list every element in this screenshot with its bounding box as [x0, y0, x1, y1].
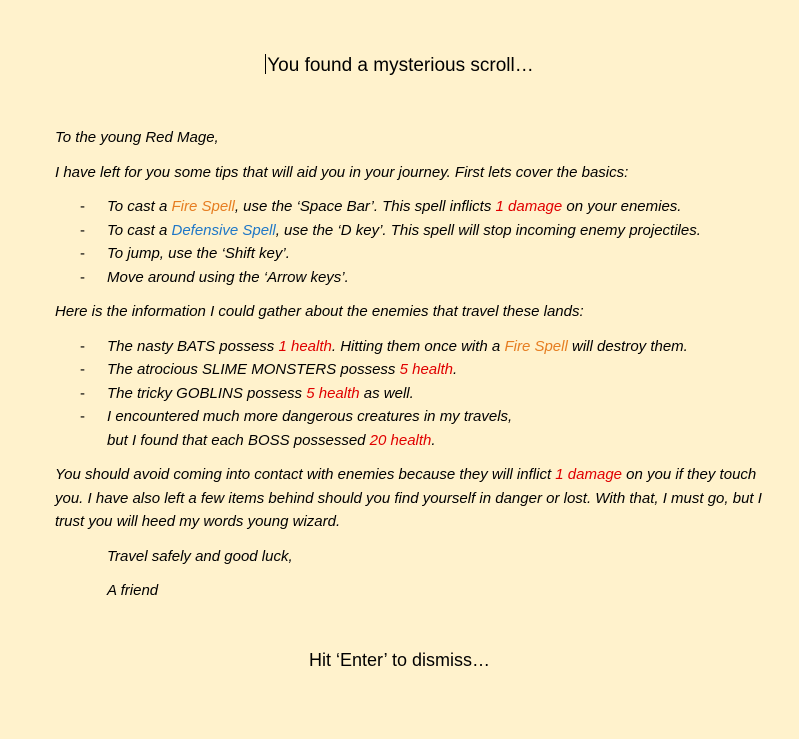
dash-bullet: - — [80, 245, 85, 262]
health-keyword: 1 health — [278, 337, 332, 355]
greeting: To the young Red Mage, — [55, 129, 219, 146]
health-keyword: 5 health — [399, 361, 453, 378]
enemies-intro: Here is the information I could gather a… — [55, 303, 584, 320]
health-keyword: 20 health — [369, 431, 432, 449]
list-item: - To cast a Defensive Spell, use the ‘D k… — [55, 219, 775, 243]
dash-bullet: - — [80, 408, 85, 425]
scroll-dialog: You found a mysterious scroll… To the yo… — [0, 0, 799, 739]
fire-spell-keyword: Fire Spell — [171, 198, 235, 215]
fire-spell-keyword: Fire Spell — [504, 337, 568, 355]
defensive-spell-keyword: Defensive Spell — [171, 221, 276, 239]
list-item: - The nasty BATS possess 1 health. Hittin… — [55, 335, 775, 359]
dash-bullet: - — [80, 384, 85, 402]
scroll-title-text: You found a mysterious scroll… — [267, 55, 534, 76]
damage-keyword: 1 damage — [555, 466, 622, 483]
controls-list: - To cast a Fire Spell, use the ‘Space Ba… — [55, 195, 775, 289]
dash-bullet: - — [80, 337, 85, 355]
intro-text: I have left for you some tips that will … — [55, 163, 629, 181]
letter-body: To the young Red Mage, I have left for y… — [55, 126, 775, 614]
list-item: - To cast a Fire Spell, use the ‘Space Ba… — [55, 195, 775, 219]
scroll-title: You found a mysterious scroll… — [0, 54, 799, 77]
farewell: Travel safely and good luck, — [107, 547, 293, 565]
dash-bullet: - — [80, 361, 85, 378]
list-item: - Move around using the ‘Arrow keys’. — [55, 266, 775, 290]
list-item: - The tricky GOBLINS possess 5 health as … — [55, 382, 775, 406]
warning-text: You should avoid coming into contact wit… — [55, 466, 762, 530]
damage-keyword: 1 damage — [495, 198, 563, 215]
health-keyword: 5 health — [306, 384, 360, 402]
list-item: -I encountered much more dangerous creat… — [55, 405, 775, 452]
list-item: - The atrocious SLIME MONSTERS possess 5 … — [55, 358, 775, 382]
signature: A friend — [107, 582, 159, 599]
dash-bullet: - — [80, 198, 85, 215]
list-item: - To jump, use the ‘Shift key’. — [55, 242, 775, 266]
dash-bullet: - — [80, 268, 85, 286]
enemies-list: - The nasty BATS possess 1 health. Hittin… — [55, 335, 775, 453]
dismiss-prompt: Hit ‘Enter’ to dismiss… — [308, 650, 491, 670]
dash-bullet: - — [80, 221, 85, 239]
